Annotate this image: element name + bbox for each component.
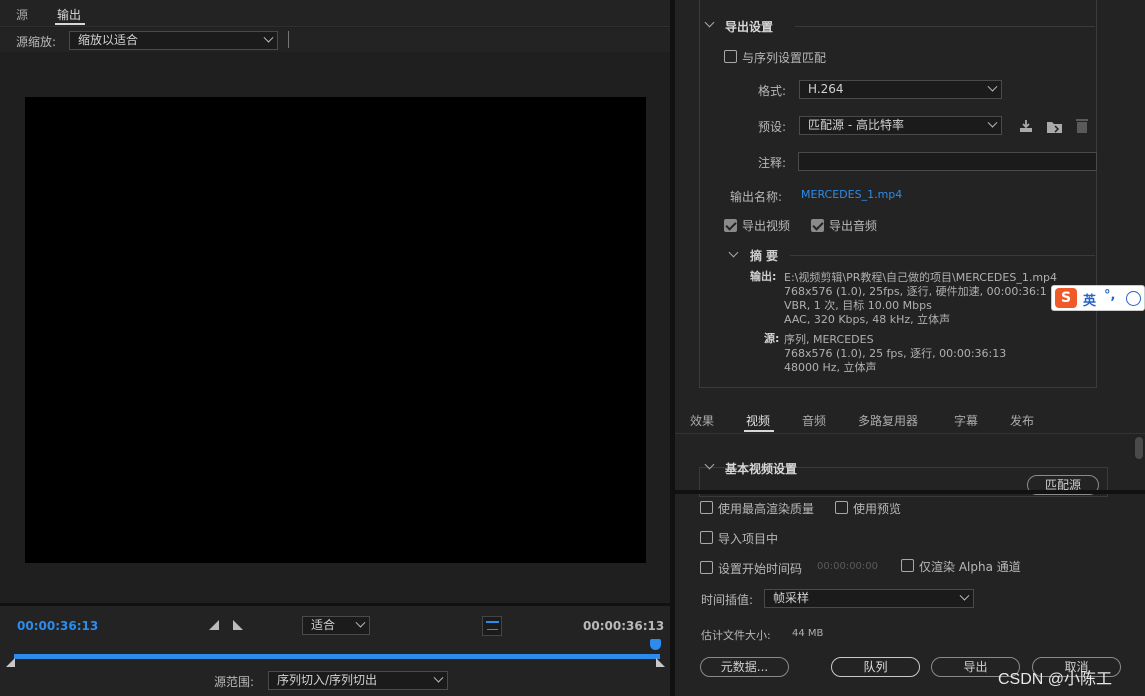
- timecode-out: 00:00:36:13: [583, 619, 665, 633]
- export-audio-label: 导出音频: [829, 219, 878, 233]
- summary-title: 摘要: [750, 249, 783, 263]
- basic-video-rule: [813, 467, 1108, 468]
- watermark: CSDN @小陈工: [998, 671, 1113, 688]
- max-quality-label: 使用最高渲染质量: [718, 502, 815, 516]
- basic-video-title: 基本视频设置: [725, 462, 798, 476]
- source-key: 源:: [764, 332, 780, 345]
- timeline-area: 00:00:36:13 适合 00:00:36:13 源范围: 序列切入/序列切…: [0, 603, 670, 696]
- source-scale-label: 源缩放:: [16, 35, 57, 49]
- output-name-label: 输出名称:: [730, 190, 783, 204]
- ime-toolbar[interactable]: S 英 °,: [1051, 285, 1145, 311]
- source-range-label: 源范围:: [214, 675, 255, 689]
- format-label: 格式:: [758, 84, 787, 98]
- timeline-track[interactable]: [14, 654, 660, 659]
- file-size-label: 估计文件大小:: [701, 629, 771, 642]
- ime-emoji-icon: [1126, 291, 1141, 306]
- tab-multiplexer[interactable]: 多路复用器: [858, 412, 918, 429]
- left-tab-bar: 源 输出: [0, 0, 670, 27]
- tab-output[interactable]: 输出: [57, 6, 81, 23]
- playhead-icon[interactable]: [650, 639, 661, 650]
- comment-input[interactable]: [798, 152, 1097, 171]
- source-line-3: 48000 Hz, 立体声: [784, 361, 877, 374]
- mark-out-icon[interactable]: [233, 620, 243, 630]
- mark-in-icon[interactable]: [209, 620, 219, 630]
- format-value: H.264: [808, 82, 844, 96]
- bottom-splitter[interactable]: [675, 490, 1145, 494]
- metadata-button[interactable]: 元数据...: [700, 657, 789, 677]
- settings-tab-bar: 效果 视频 音频 多路复用器 字幕 发布: [675, 406, 1145, 434]
- tab-source[interactable]: 源: [16, 6, 28, 23]
- source-range-dropdown[interactable]: 序列切入/序列切出: [268, 671, 448, 690]
- export-video-label: 导出视频: [742, 219, 791, 233]
- aspect-toggle-icon[interactable]: [482, 616, 502, 636]
- tab-audio[interactable]: 音频: [802, 412, 826, 429]
- tab-publish[interactable]: 发布: [1010, 412, 1034, 429]
- chevron-down-icon: [433, 672, 444, 683]
- import-preset-icon[interactable]: [1046, 118, 1063, 134]
- time-interp-label: 时间插值:: [701, 593, 754, 607]
- chevron-down-icon: [959, 590, 970, 601]
- left-panel: 源 输出 源缩放: 缩放以适合 00:00:36:13 适合 00:00:36:…: [0, 0, 670, 696]
- time-interp-value: 帧采样: [773, 591, 810, 605]
- fit-dropdown[interactable]: 适合: [302, 616, 370, 635]
- chevron-down-icon: [987, 117, 998, 128]
- right-panel: 导出设置 与序列设置匹配 格式: H.264 预设: 匹配源 - 高比特率 注释…: [675, 0, 1145, 696]
- file-size-value: 44 MB: [792, 628, 824, 639]
- video-preview: [25, 97, 646, 563]
- title-rule: [795, 26, 1095, 27]
- chevron-down-icon: [263, 32, 274, 43]
- start-timecode-label: 设置开始时间码: [718, 562, 803, 576]
- summary-rule: [790, 255, 1095, 256]
- output-line-4: AAC, 320 Kbps, 48 kHz, 立体声: [784, 313, 951, 326]
- alpha-only-label: 仅渲染 Alpha 通道: [919, 560, 1021, 574]
- source-scale-row: 源缩放: 缩放以适合: [0, 28, 670, 52]
- tab-effects[interactable]: 效果: [690, 412, 714, 429]
- timecode-in[interactable]: 00:00:36:13: [17, 619, 98, 633]
- chevron-down-icon: [987, 81, 998, 92]
- delete-preset-icon[interactable]: [1074, 117, 1090, 134]
- scrollbar-thumb[interactable]: [1135, 437, 1143, 459]
- use-preview-label: 使用预览: [853, 502, 902, 516]
- alpha-only-checkbox[interactable]: [901, 559, 914, 572]
- match-sequence-checkbox[interactable]: [724, 50, 737, 63]
- tab-video-underline: [744, 430, 774, 432]
- use-preview-checkbox[interactable]: [835, 501, 848, 514]
- tab-video[interactable]: 视频: [746, 412, 770, 429]
- source-scale-dropdown[interactable]: 缩放以适合: [69, 31, 278, 50]
- source-range-value: 序列切入/序列切出: [277, 673, 378, 687]
- time-interp-dropdown[interactable]: 帧采样: [764, 589, 974, 608]
- export-video-checkbox[interactable]: [724, 219, 737, 232]
- import-project-checkbox[interactable]: [700, 531, 713, 544]
- sogou-logo-icon: S: [1055, 288, 1077, 308]
- max-quality-checkbox[interactable]: [700, 501, 713, 514]
- video-settings-area: 基本视频设置 匹配源: [675, 435, 1145, 497]
- comment-label: 注释:: [758, 156, 787, 170]
- export-settings-title: 导出设置: [725, 20, 774, 34]
- start-timecode-checkbox[interactable]: [700, 561, 713, 574]
- save-preset-icon[interactable]: [1018, 118, 1034, 134]
- preset-value: 匹配源 - 高比特率: [808, 118, 904, 132]
- divider: [288, 31, 289, 48]
- output-key: 输出:: [750, 270, 777, 283]
- preset-dropdown[interactable]: 匹配源 - 高比特率: [799, 116, 1002, 135]
- queue-button[interactable]: 队列: [831, 657, 920, 677]
- output-name-link[interactable]: MERCEDES_1.mp4: [801, 188, 902, 201]
- tab-output-underline: [55, 23, 85, 25]
- export-audio-checkbox[interactable]: [811, 219, 824, 232]
- start-timecode-value: 00:00:00:00: [817, 561, 879, 572]
- import-project-label: 导入项目中: [718, 532, 779, 546]
- preset-label: 预设:: [758, 120, 787, 134]
- match-sequence-label: 与序列设置匹配: [742, 51, 827, 65]
- source-scale-value: 缩放以适合: [78, 33, 139, 47]
- fit-value: 适合: [311, 618, 336, 632]
- format-dropdown[interactable]: H.264: [799, 80, 1002, 99]
- in-point-handle[interactable]: [6, 658, 15, 667]
- chevron-down-icon: [355, 617, 366, 628]
- ime-mode-label: 英: [1083, 294, 1097, 309]
- tab-captions[interactable]: 字幕: [954, 412, 978, 429]
- out-point-handle[interactable]: [656, 658, 665, 667]
- timeline-progress: [14, 654, 660, 659]
- ime-punct-icon: °,: [1104, 288, 1116, 303]
